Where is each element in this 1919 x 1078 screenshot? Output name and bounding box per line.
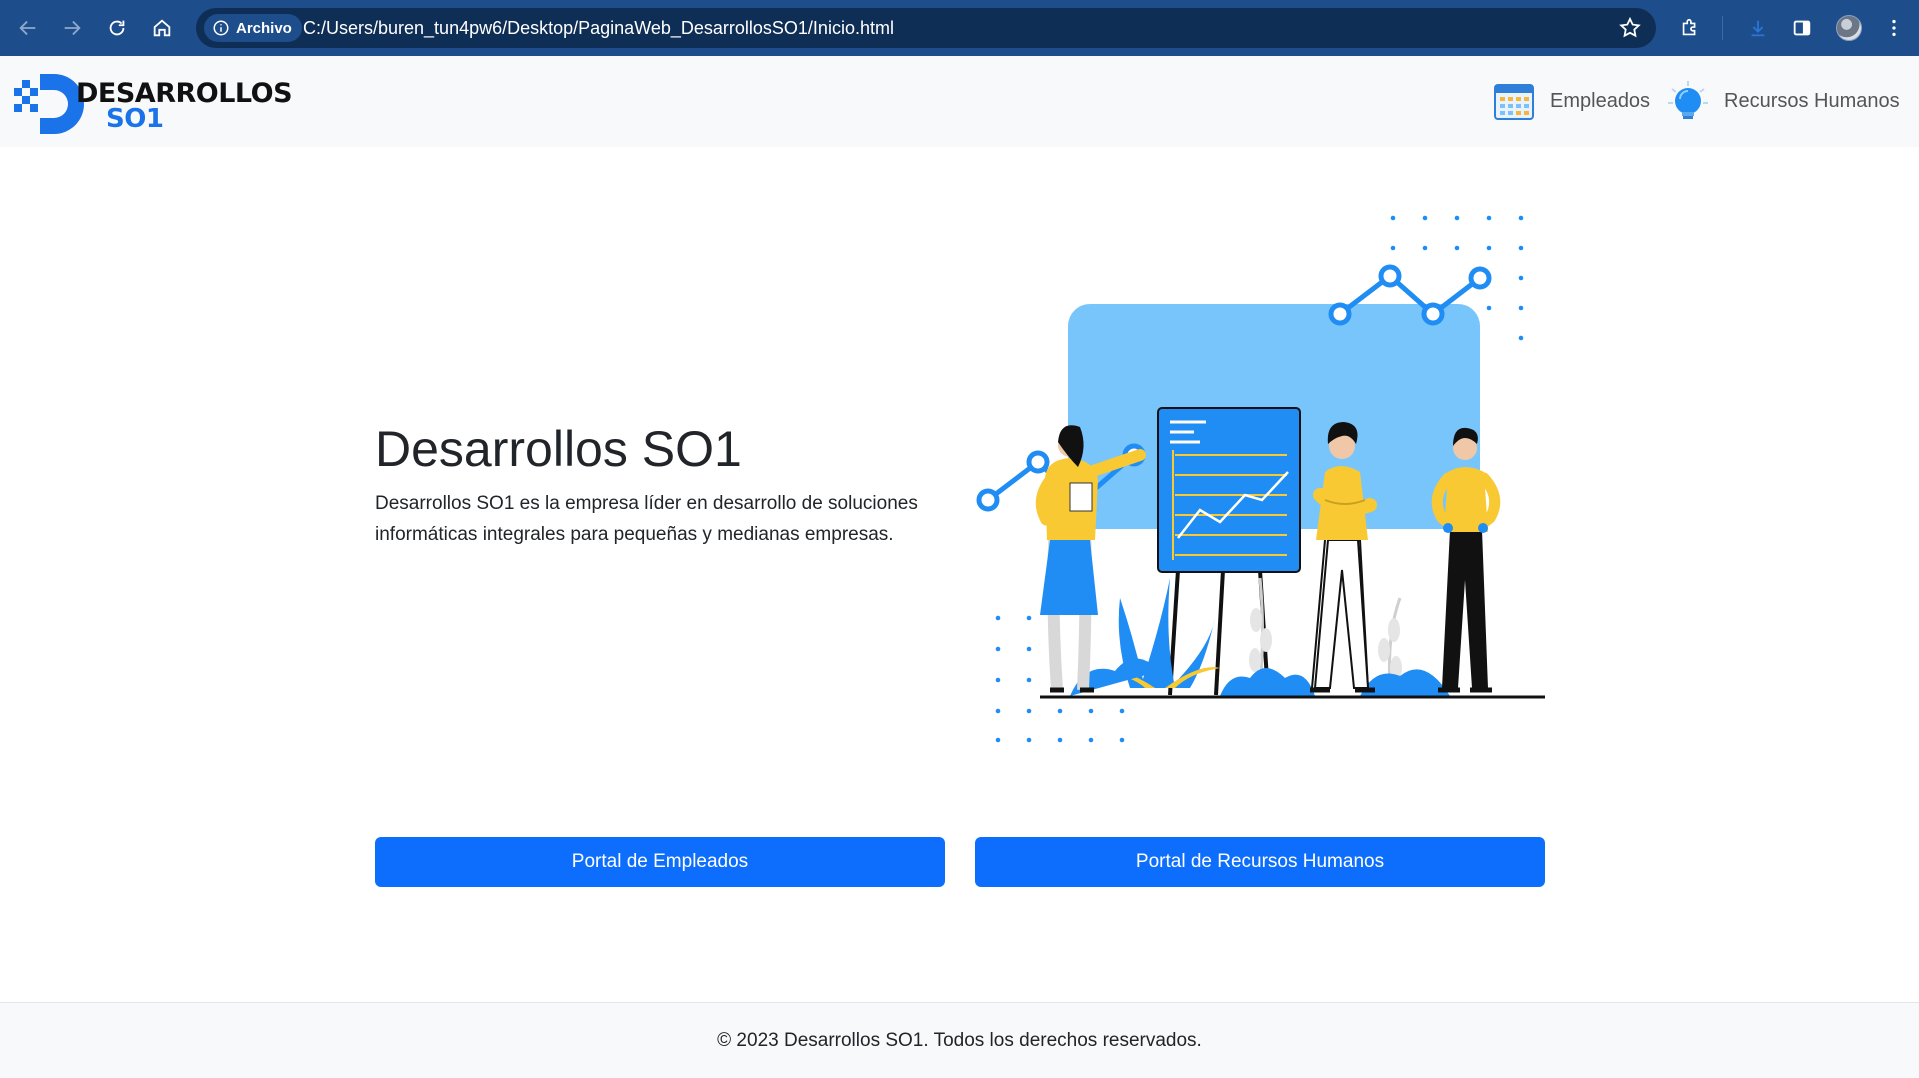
hero-title: Desarrollos SO1 [375, 421, 742, 477]
logo-text-so1: SO1 [106, 104, 164, 134]
profile-avatar[interactable] [1836, 15, 1862, 41]
site-navbar: DESARROLLOS SO1 Empleados Recursos Human… [0, 56, 1919, 147]
puzzle-icon [1682, 18, 1696, 36]
portal-recursos-humanos-button[interactable]: Portal de Recursos Humanos [975, 837, 1545, 887]
arrow-left-icon [19, 20, 36, 36]
site-chip-label: Archivo [236, 19, 292, 37]
team-presentation-illustration [976, 215, 1545, 743]
toolbar-divider [1722, 16, 1723, 40]
menu-button[interactable] [1880, 14, 1908, 42]
site-footer: © 2023 Desarrollos SO1. Todos los derech… [0, 1002, 1919, 1078]
lightbulb-icon [1668, 81, 1708, 119]
side-panel-button[interactable] [1788, 14, 1816, 42]
portal-empleados-button[interactable]: Portal de Empleados [375, 837, 945, 887]
reload-icon [109, 20, 125, 36]
back-button[interactable] [12, 12, 44, 44]
address-bar[interactable]: Archivo C:/Users/buren_tun4pw6/Desktop/P… [196, 8, 1656, 48]
nav-link-recursos-humanos[interactable]: Recursos Humanos [1666, 76, 1900, 126]
extensions-button[interactable] [1676, 14, 1704, 42]
footer-copyright: © 2023 Desarrollos SO1. Todos los derech… [717, 1029, 1202, 1051]
reload-button[interactable] [101, 12, 133, 44]
nav-link-empleados-label: Empleados [1550, 89, 1651, 112]
downloads-button[interactable] [1744, 14, 1772, 42]
hero-description: Desarrollos SO1 es la empresa líder en d… [375, 493, 918, 545]
url-text[interactable]: C:/Users/buren_tun4pw6/Desktop/PaginaWeb… [303, 18, 894, 39]
more-vert-icon [1892, 19, 1896, 37]
home-button[interactable] [146, 12, 178, 44]
nav-link-empleados[interactable]: Empleados [1492, 76, 1650, 126]
browser-toolbar: Archivo C:/Users/buren_tun4pw6/Desktop/P… [0, 0, 1919, 56]
forward-button[interactable] [56, 12, 88, 44]
site-info-chip[interactable]: Archivo [204, 14, 302, 42]
side-panel-icon [1793, 20, 1811, 36]
site-logo[interactable]: DESARROLLOS SO1 [14, 74, 293, 134]
home-icon [153, 19, 171, 37]
bookmark-star-icon[interactable] [1618, 16, 1642, 40]
nav-link-recursos-humanos-label: Recursos Humanos [1724, 89, 1900, 112]
download-icon [1751, 20, 1765, 37]
info-icon [213, 20, 229, 36]
calendar-icon [1494, 84, 1534, 120]
arrow-right-icon [64, 20, 81, 36]
